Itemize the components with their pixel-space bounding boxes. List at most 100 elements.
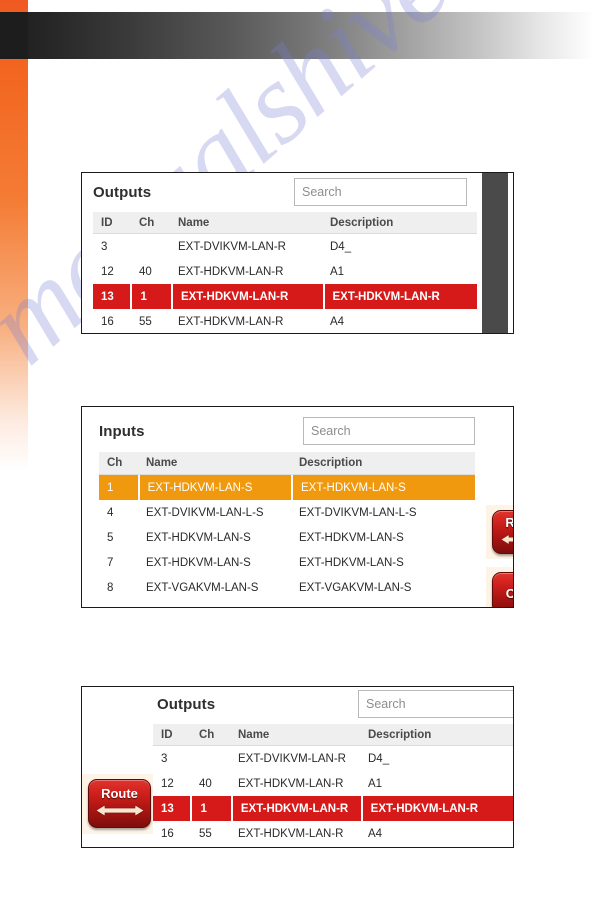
table-row-selected[interactable]: 1 EXT-HDKVM-LAN-S EXT-HDKVM-LAN-S — [99, 475, 475, 500]
column-header-name[interactable]: Name — [170, 217, 322, 229]
cell-id: 16 — [101, 315, 114, 328]
inputs-grid: Ch Name Description 1 EXT-HDKVM-LAN-S EX… — [99, 452, 475, 600]
cell-name: EXT-HDKVM-LAN-R — [238, 827, 344, 840]
cell-ch: 5 — [107, 531, 114, 544]
outputs-top-grid-body: 3 EXT-DVIKVM-LAN-R D4_ 12 40 EXT-HDKVM-L… — [93, 234, 477, 333]
arrow-left-icon — [500, 533, 513, 549]
table-row[interactable]: 7 EXT-HDKVM-LAN-S EXT-HDKVM-LAN-S — [99, 550, 475, 575]
cell-description: EXT-HDKVM-LAN-S — [293, 475, 475, 500]
table-row[interactable]: 12 40 EXT-HDKVM-LAN-R A1 — [93, 259, 477, 284]
cell-id: 12 — [101, 265, 114, 278]
cell-ch: 40 — [139, 265, 152, 278]
cell-ch: 55 — [139, 315, 152, 328]
table-row[interactable]: 8 EXT-VGAKVM-LAN-S EXT-VGAKVM-LAN-S — [99, 575, 475, 600]
cell-id: 16 — [161, 827, 174, 840]
cell-description: A4 — [330, 315, 345, 328]
route-button[interactable]: Ro — [492, 510, 514, 554]
outputs-top-search-input[interactable] — [294, 178, 467, 206]
cell-description: EXT-HDKVM-LAN-R — [324, 284, 477, 309]
cell-ch: 1 — [192, 796, 231, 821]
outputs-top-grid-header: ID Ch Name Description — [93, 212, 477, 234]
cell-description: EXT-HDKVM-LAN-S — [299, 556, 404, 569]
outputs-top-title: Outputs — [93, 184, 152, 201]
cell-name: EXT-HDKVM-LAN-S — [146, 531, 251, 544]
table-row[interactable]: 5 EXT-HDKVM-LAN-S EXT-HDKVM-LAN-S — [99, 525, 475, 550]
cell-name: EXT-HDKVM-LAN-R — [178, 265, 284, 278]
column-header-id[interactable]: ID — [153, 729, 191, 741]
table-row[interactable]: 12 40 EXT-HDKVM-LAN-R A1 — [153, 771, 513, 796]
cell-description: A4 — [368, 827, 383, 840]
cell-id: 3 — [101, 240, 108, 253]
table-row[interactable]: 4 EXT-DVIKVM-LAN-L-S EXT-DVIKVM-LAN-L-S — [99, 500, 475, 525]
inputs-panel: Inputs Ch Name Description 1 EXT-HDKVM-L… — [81, 406, 514, 608]
column-header-name[interactable]: Name — [138, 457, 291, 469]
cell-name: EXT-HDKVM-LAN-S — [139, 475, 291, 500]
inputs-grid-body: 1 EXT-HDKVM-LAN-S EXT-HDKVM-LAN-S 4 EXT-… — [99, 475, 475, 600]
page-root: manualshive.com Outputs ID Ch Name Descr… — [0, 0, 594, 918]
column-header-ch[interactable]: Ch — [191, 729, 230, 741]
header-gradient-bar — [0, 12, 594, 59]
table-row-selected[interactable]: 13 1 EXT-HDKVM-LAN-R EXT-HDKVM-LAN-R — [153, 796, 513, 821]
cell-description: D4_ — [368, 752, 390, 765]
cell-name: EXT-VGAKVM-LAN-S — [146, 581, 259, 594]
cell-name: EXT-DVIKVM-LAN-R — [238, 752, 346, 765]
table-row-selected[interactable]: 13 1 EXT-HDKVM-LAN-R EXT-HDKVM-LAN-R — [93, 284, 477, 309]
cell-ch: 1 — [99, 475, 138, 500]
cell-description: A1 — [368, 777, 383, 790]
outputs-bottom-panel: Outputs ID Ch Name Description 3 EXT-DVI… — [81, 686, 514, 848]
cell-id: 13 — [93, 284, 131, 309]
cell-id: 3 — [161, 752, 168, 765]
table-row[interactable]: 16 55 EXT-HDKVM-LAN-R A4 — [93, 309, 477, 333]
route-button-label: Ro — [505, 514, 514, 530]
outputs-bottom-grid-header: ID Ch Name Description — [153, 724, 513, 746]
inputs-grid-header: Ch Name Description — [99, 452, 475, 475]
outputs-bottom-search-input[interactable] — [358, 690, 513, 718]
outputs-top-header: Outputs — [82, 173, 513, 213]
table-row[interactable]: 3 EXT-DVIKVM-LAN-R D4_ — [153, 746, 513, 771]
outputs-bottom-grid: ID Ch Name Description 3 EXT-DVIKVM-LAN-… — [153, 724, 513, 846]
cell-name: EXT-HDKVM-LAN-R — [232, 796, 361, 821]
cell-description: EXT-VGAKVM-LAN-S — [299, 581, 412, 594]
inputs-header: Inputs — [82, 407, 513, 447]
outputs-bottom-title: Outputs — [157, 696, 216, 713]
column-header-ch[interactable]: Ch — [131, 217, 170, 229]
table-row[interactable]: 16 55 EXT-HDKVM-LAN-R A4 — [153, 821, 513, 846]
column-header-ch[interactable]: Ch — [99, 457, 138, 469]
cell-description: EXT-HDKVM-LAN-S — [299, 531, 404, 544]
cell-description: EXT-DVIKVM-LAN-L-S — [299, 506, 417, 519]
outputs-route-button-label: Route — [101, 785, 138, 801]
outputs-route-button[interactable]: Route — [88, 779, 151, 828]
table-row[interactable]: 3 EXT-DVIKVM-LAN-R D4_ — [93, 234, 477, 259]
column-header-id[interactable]: ID — [93, 217, 131, 229]
cancel-button[interactable]: Ca — [492, 572, 513, 607]
cell-ch: 1 — [132, 284, 171, 309]
cell-description: EXT-HDKVM-LAN-R — [362, 796, 513, 821]
cell-ch: 8 — [107, 581, 114, 594]
cell-id: 13 — [153, 796, 191, 821]
cell-name: EXT-DVIKVM-LAN-R — [178, 240, 286, 253]
outputs-top-panel: Outputs ID Ch Name Description 3 EXT-DVI… — [81, 172, 514, 334]
cell-ch: 4 — [107, 506, 114, 519]
cell-ch: 40 — [199, 777, 212, 790]
outputs-bottom-header: Outputs — [82, 687, 513, 727]
cell-name: EXT-HDKVM-LAN-S — [146, 556, 251, 569]
outputs-top-vertical-scrollbar[interactable] — [482, 173, 508, 333]
cell-ch: 55 — [199, 827, 212, 840]
cell-description: D4_ — [330, 240, 352, 253]
cell-ch: 7 — [107, 556, 114, 569]
cell-name: EXT-HDKVM-LAN-R — [238, 777, 344, 790]
outputs-bottom-grid-body: 3 EXT-DVIKVM-LAN-R D4_ 12 40 EXT-HDKVM-L… — [153, 746, 513, 846]
cancel-button-label: Ca — [506, 587, 513, 600]
cell-id: 12 — [161, 777, 174, 790]
inputs-search-input[interactable] — [303, 417, 475, 445]
orange-accent-rail — [0, 0, 28, 470]
column-header-description[interactable]: Description — [360, 729, 513, 741]
inputs-title: Inputs — [99, 423, 145, 440]
header-bar-left-cap — [0, 12, 28, 59]
arrow-both-ways-icon — [94, 803, 145, 821]
column-header-name[interactable]: Name — [230, 729, 360, 741]
column-header-description[interactable]: Description — [322, 217, 477, 229]
column-header-description[interactable]: Description — [291, 457, 475, 469]
cell-description: A1 — [330, 265, 345, 278]
cell-name: EXT-HDKVM-LAN-R — [178, 315, 284, 328]
